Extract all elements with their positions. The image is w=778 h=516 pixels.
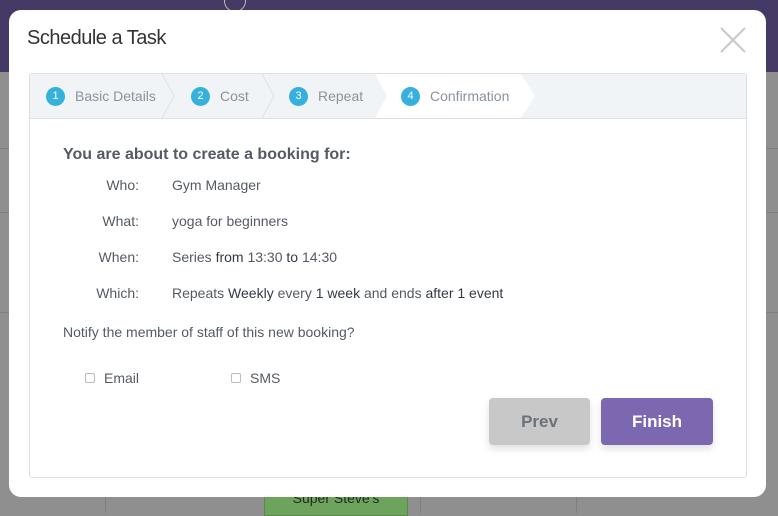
value: Repeats Weekly every 1 week and ends aft… xyxy=(172,285,503,301)
value: Gym Manager xyxy=(172,177,261,193)
text: 13:30 xyxy=(247,249,283,265)
step-number: 2 xyxy=(191,86,210,106)
step-number: 4 xyxy=(401,86,420,106)
grid-line xyxy=(420,497,421,513)
value: yoga for beginners xyxy=(172,213,288,229)
grid-line xyxy=(105,497,106,513)
step-cost[interactable]: 2 Cost xyxy=(191,74,249,118)
wizard-steps: 1 Basic Details 2 Cost 3 Repeat 4 Confirmati… xyxy=(30,74,746,119)
text: 1 week xyxy=(315,285,361,301)
value: Series from 13:30 to 14:30 xyxy=(172,249,337,265)
step-number: 1 xyxy=(46,86,65,106)
dialog-title: Schedule a Task xyxy=(27,27,166,49)
label: When: xyxy=(98,249,139,265)
checkbox-box[interactable] xyxy=(231,373,241,383)
label: Which: xyxy=(96,285,139,301)
step-label: Confirmation xyxy=(430,88,510,104)
notify-question: Notify the member of staff of this new b… xyxy=(63,324,355,340)
step-number: 3 xyxy=(289,86,308,106)
text: to xyxy=(286,249,299,265)
step-basic-details[interactable]: 1 Basic Details xyxy=(46,74,156,118)
text: Repeats xyxy=(172,285,225,301)
text: Weekly xyxy=(228,285,274,301)
email-checkbox[interactable]: Email xyxy=(85,370,139,386)
prev-button[interactable]: Prev xyxy=(489,398,590,445)
close-icon[interactable] xyxy=(719,26,747,54)
label: What: xyxy=(102,213,139,229)
label: Who: xyxy=(106,177,139,193)
grid-line xyxy=(576,497,577,513)
step-separator xyxy=(262,74,275,118)
summary-heading: You are about to create a booking for: xyxy=(63,146,351,163)
finish-button[interactable]: Finish xyxy=(601,398,713,445)
step-label: Basic Details xyxy=(75,88,156,104)
step-confirmation[interactable]: 4 Confirmation xyxy=(401,74,509,118)
step-repeat[interactable]: 3 Repeat xyxy=(289,74,363,118)
text: 14:30 xyxy=(301,249,338,265)
schedule-task-dialog: Schedule a Task 1 Basic Details 2 Cost 3 Re… xyxy=(9,10,766,497)
text: from xyxy=(215,249,244,265)
text: every xyxy=(277,285,312,301)
text: and ends xyxy=(363,285,422,301)
checkbox-label: Email xyxy=(104,370,140,386)
text: after 1 event xyxy=(425,285,504,301)
step-label: Repeat xyxy=(318,88,364,104)
sms-checkbox[interactable]: SMS xyxy=(231,370,280,386)
wizard-panel: 1 Basic Details 2 Cost 3 Repeat 4 Confirmati… xyxy=(29,73,747,478)
step-separator xyxy=(162,74,175,118)
checkbox-label: SMS xyxy=(250,370,281,386)
checkbox-box[interactable] xyxy=(85,373,95,383)
step-label: Cost xyxy=(220,88,249,104)
text: Series xyxy=(172,249,212,265)
